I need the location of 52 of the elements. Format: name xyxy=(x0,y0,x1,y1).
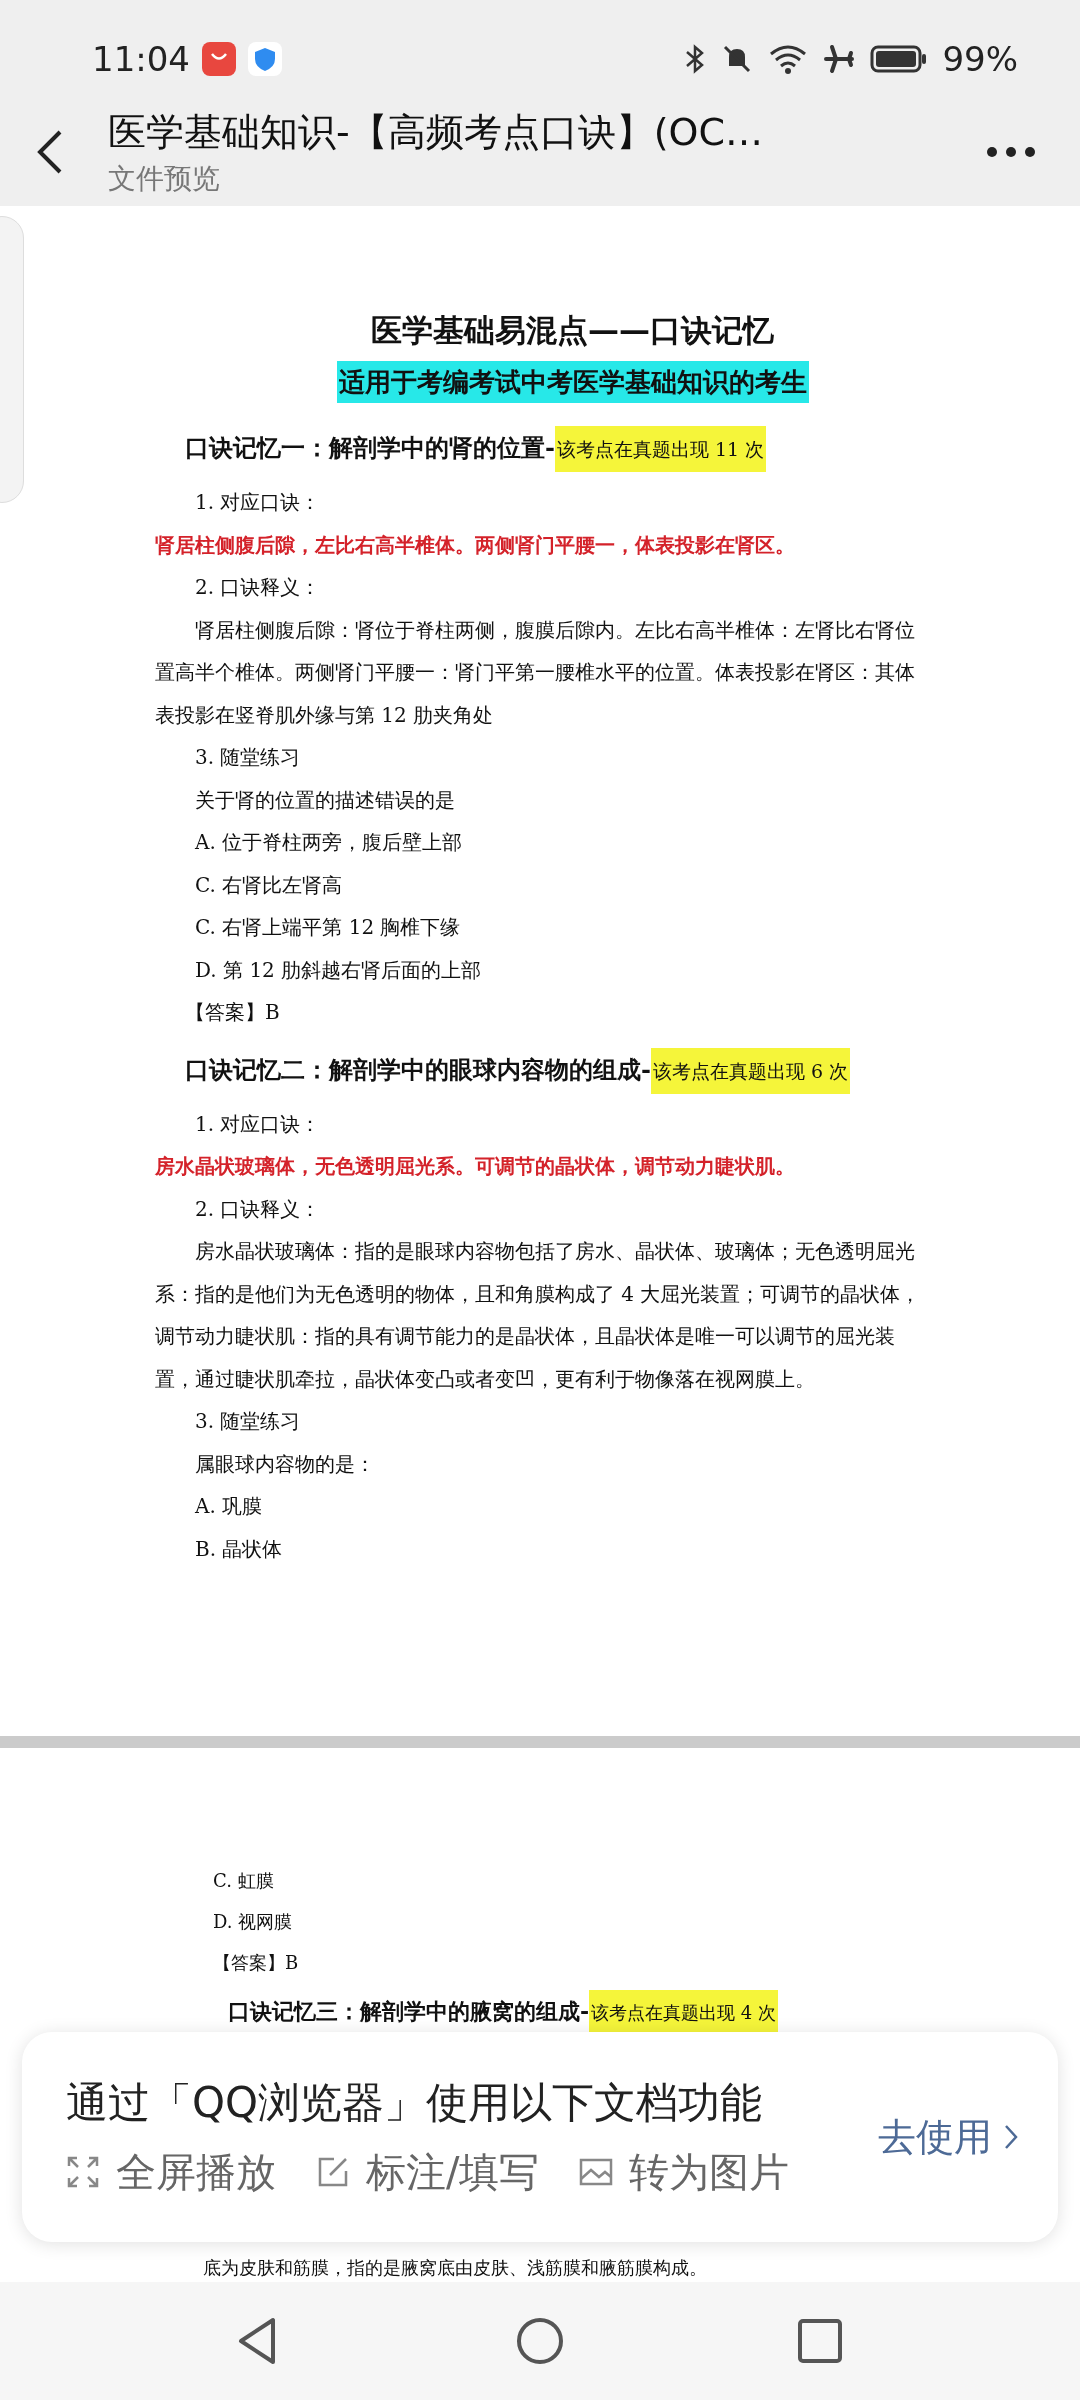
battery-percentage: 99% xyxy=(942,39,1018,79)
more-icon xyxy=(986,146,1036,158)
feature-button[interactable]: 转为图片 xyxy=(579,2144,790,2200)
highlighted-note: 该考点在真题出现 4 次 xyxy=(589,1990,779,2035)
battery-icon xyxy=(870,44,929,74)
document-text: 2. 口诀释义： xyxy=(194,1195,322,1223)
recents-button[interactable] xyxy=(795,2316,845,2366)
use-button[interactable]: 去使用 xyxy=(878,2111,1018,2163)
answer-text: 【答案】B xyxy=(184,999,281,1026)
highlighted-subtitle: 适用于考编考试中考医学基础知识的考生 xyxy=(336,361,809,403)
app-store-icon xyxy=(202,42,236,76)
shield-icon xyxy=(248,42,282,76)
document-paragraph: 房水晶状玻璃体：指的是眼球内容物包括了房水、晶状体、玻璃体；无色透明屈光系：指的是他们为无色透明的物体，且和角膜构成了 4 大屈光装置；可调节的晶状体，调节动力睫状肌：指的具有调节能力的是晶状体，且晶状体是唯一可以调节的屈光装置，通过睫状肌牵拉，晶状体变凸或者变凹，更有利于物像落在视网膜上。 xyxy=(155,1238,922,1393)
airplane-icon xyxy=(822,42,857,76)
document-paragraph: 肾居柱侧腹后隙：肾位于脊柱两侧，腹膜后隙内。左比右高半椎体：左肾比右肾位置高半个椎体。两侧肾门平腰一：肾门平第一腰椎水平的位置。体表投影在肾区：其体表投影在竖脊肌外缘与第 12 肋夹角处 xyxy=(155,616,916,729)
clock-time: 11:04 xyxy=(92,39,190,79)
document-text: D. 第 12 肋斜越右肾后面的上部 xyxy=(194,956,483,984)
document-text: A. 巩膜 xyxy=(194,1493,264,1520)
mnemonic-text: 房水晶状玻璃体，无色透明屈光系。可调节的晶状体，调节动力睫状肌。 xyxy=(155,1153,796,1180)
expand-icon xyxy=(66,2155,100,2189)
home-button[interactable] xyxy=(515,2316,565,2366)
answer-text: 【答案】B xyxy=(213,1951,300,1975)
recents-icon xyxy=(795,2316,845,2366)
document-text: 属眼球内容物的是： xyxy=(194,1450,376,1478)
section-heading: 口诀记忆三：解剖学中的腋窝的组成- xyxy=(228,1998,590,2024)
document-text: C. 右肾上端平第 12 胸椎下缘 xyxy=(194,914,462,941)
document-text: 2. 口诀释义： xyxy=(194,574,322,601)
document-title: 医学基础知识-【高频考点口诀】(OC… xyxy=(108,108,764,156)
document-heading: 医学基础易混点——口诀记忆 xyxy=(370,311,775,350)
page-subtitle: 文件预览 xyxy=(108,160,221,197)
section-heading: 口诀记忆一：解剖学中的肾的位置- xyxy=(185,433,555,462)
banner-message: 通过「QQ浏览器」使用以下文档功能 xyxy=(66,2076,764,2129)
document-text: 底为皮肤和筋膜，指的是腋窝底由皮肤、浅筋膜和腋筋膜构成。 xyxy=(203,2256,708,2280)
document-text: 1. 对应口诀： xyxy=(194,1110,322,1138)
edit-icon xyxy=(316,2155,350,2189)
document-text: 1. 对应口诀： xyxy=(194,489,322,516)
highlighted-note: 该考点在真题出现 6 次 xyxy=(650,1047,851,1094)
highlighted-note: 该考点在真题出现 11 次 xyxy=(554,426,767,472)
section-heading: 口诀记忆二：解剖学中的眼球内容物的组成- xyxy=(185,1054,651,1084)
document-text: 3. 随堂练习 xyxy=(194,744,302,771)
document-text: A. 位于脊柱两旁，腹后壁上部 xyxy=(194,829,464,856)
document-text: C. 虹膜 xyxy=(213,1869,275,1893)
document-text: B. 晶状体 xyxy=(194,1535,284,1563)
mnemonic-text: 肾居柱侧腹后隙，左比右高半椎体。两侧肾门平腰一，体表投影在肾区。 xyxy=(155,531,796,559)
document-text: D. 视网膜 xyxy=(213,1910,294,1934)
document-text: C. 右肾比左肾高 xyxy=(194,871,344,899)
document-text: 关于肾的位置的描述错误的是 xyxy=(194,786,456,814)
feature-button[interactable]: 全屏播放 xyxy=(66,2144,276,2200)
chevron-right-icon xyxy=(1004,2124,1018,2150)
feature-button[interactable]: 标注/填写 xyxy=(316,2144,540,2200)
home-icon xyxy=(515,2316,565,2366)
document-text: 3. 随堂练习 xyxy=(194,1408,302,1435)
